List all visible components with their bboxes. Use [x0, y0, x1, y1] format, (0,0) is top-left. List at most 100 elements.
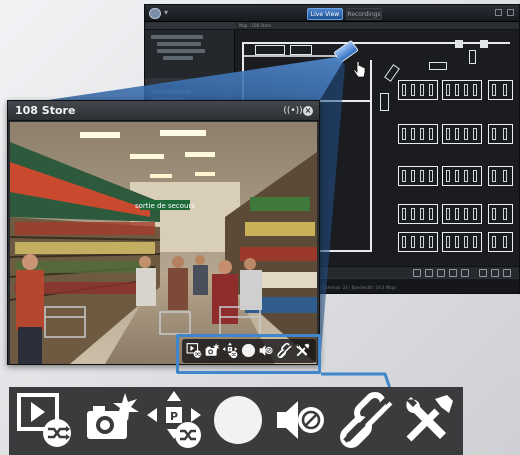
shelf-unit — [488, 80, 513, 100]
fixture — [429, 62, 447, 70]
shelf-bay — [464, 236, 468, 248]
menu-chevron-down-icon[interactable]: ▾ — [164, 9, 168, 17]
map-header: Map - 108 Store — [235, 22, 519, 30]
shelf-bay — [455, 84, 459, 96]
shelf-unit — [398, 232, 438, 252]
fixture — [455, 40, 463, 48]
shelf-unit — [398, 80, 438, 100]
shelf-bay — [446, 84, 450, 96]
tree-item[interactable] — [151, 35, 203, 39]
live-view-titlebar: 108 Store ((•)) × — [8, 101, 319, 121]
switch-stream-icon — [15, 389, 77, 451]
shelf-bay — [455, 236, 459, 248]
shelf-bay — [429, 236, 433, 248]
shelf-bay — [446, 128, 450, 140]
record-button[interactable] — [207, 389, 269, 451]
shelf-bay — [473, 84, 477, 96]
shelf-bay — [411, 236, 415, 248]
shelf-bay — [429, 170, 433, 182]
snapshot-button[interactable] — [81, 389, 143, 451]
shelf-bay — [502, 84, 507, 96]
camera-title: 108 Store — [15, 104, 76, 117]
shelf-unit — [398, 204, 438, 224]
tab-live-view[interactable]: Live View — [307, 8, 343, 20]
audio-mute-icon — [271, 389, 333, 451]
shelf-bay — [420, 208, 424, 220]
map-tool-icon[interactable] — [413, 269, 421, 277]
exit-sign: sortie de secours — [135, 202, 195, 210]
shelf-bay — [502, 208, 507, 220]
ptz-control-icon — [145, 389, 207, 451]
map-tool-icon[interactable] — [437, 269, 445, 277]
close-icon[interactable]: × — [303, 106, 313, 116]
shelf-bay — [411, 208, 415, 220]
shelf-bay — [502, 128, 507, 140]
shelf-bay — [455, 170, 459, 182]
panel-header — [145, 22, 235, 30]
shelf-bay — [429, 128, 433, 140]
shelf-bay — [492, 236, 496, 248]
shelf-bay — [464, 170, 468, 182]
shelf-bay — [402, 236, 406, 248]
map-tool-icon[interactable] — [479, 269, 487, 277]
stage: ▾ Live View Recordings Map - 108 Store C… — [0, 0, 520, 455]
shelf-unit — [442, 232, 482, 252]
shelf-bay — [473, 208, 477, 220]
settings-button[interactable] — [397, 389, 459, 451]
shelf-bay — [420, 236, 424, 248]
camera-feed[interactable]: sortie de secours — [10, 122, 317, 364]
tab-recordings[interactable]: Recordings — [346, 8, 382, 20]
ptz-button[interactable] — [145, 389, 207, 451]
shelf-bay — [492, 128, 496, 140]
shelf-bay — [446, 236, 450, 248]
shelf-bay — [402, 170, 406, 182]
panel-header — [145, 78, 235, 86]
map-tool-icon[interactable] — [491, 269, 499, 277]
shelf-bay — [402, 84, 406, 96]
signal-icon: ((•)) — [283, 106, 303, 116]
shelf-bay — [502, 236, 507, 248]
wall — [242, 55, 337, 57]
shelf-bay — [446, 208, 450, 220]
map-tool-icon[interactable] — [425, 269, 433, 277]
live-view-window[interactable]: 108 Store ((•)) × sortie de secours — [7, 100, 320, 365]
settings-icon — [397, 389, 459, 451]
map-tool-icon[interactable] — [449, 269, 457, 277]
fixture — [290, 45, 312, 55]
app-logo-icon — [149, 8, 161, 19]
shelf-unit — [488, 232, 513, 252]
shelf-unit — [442, 204, 482, 224]
callout-highlight — [176, 334, 321, 374]
disconnect-icon — [335, 389, 397, 451]
tree-item[interactable] — [163, 56, 193, 60]
shelf-bay — [446, 170, 450, 182]
shelf-unit — [442, 80, 482, 100]
shelf-bay — [455, 208, 459, 220]
shelf-bay — [411, 170, 415, 182]
minimize-icon[interactable] — [495, 9, 502, 16]
disconnect-button[interactable] — [335, 389, 397, 451]
shelf-bay — [402, 208, 406, 220]
map-title: Map - 108 Store — [239, 23, 271, 28]
shelf-bay — [473, 236, 477, 248]
map-tool-icon[interactable] — [503, 269, 511, 277]
shelf-bay — [420, 128, 424, 140]
fixture — [480, 40, 488, 48]
map-tool-icon[interactable] — [461, 269, 469, 277]
shelf-unit — [442, 166, 482, 186]
shelf-unit — [488, 166, 513, 186]
enlarged-toolbar — [9, 387, 463, 455]
wall — [370, 60, 372, 252]
fixture — [255, 45, 285, 55]
audio-mute-button[interactable] — [271, 389, 333, 451]
shelf-unit — [442, 124, 482, 144]
switch-stream-button[interactable] — [15, 389, 77, 451]
shelf-bay — [492, 84, 496, 96]
tree-item[interactable] — [157, 42, 201, 46]
shelf-bay — [429, 84, 433, 96]
shelf-bay — [420, 84, 424, 96]
tree-item[interactable] — [151, 90, 191, 94]
tree-item[interactable] — [157, 49, 205, 53]
record-icon — [207, 389, 269, 451]
window-close-icon[interactable] — [507, 9, 514, 16]
